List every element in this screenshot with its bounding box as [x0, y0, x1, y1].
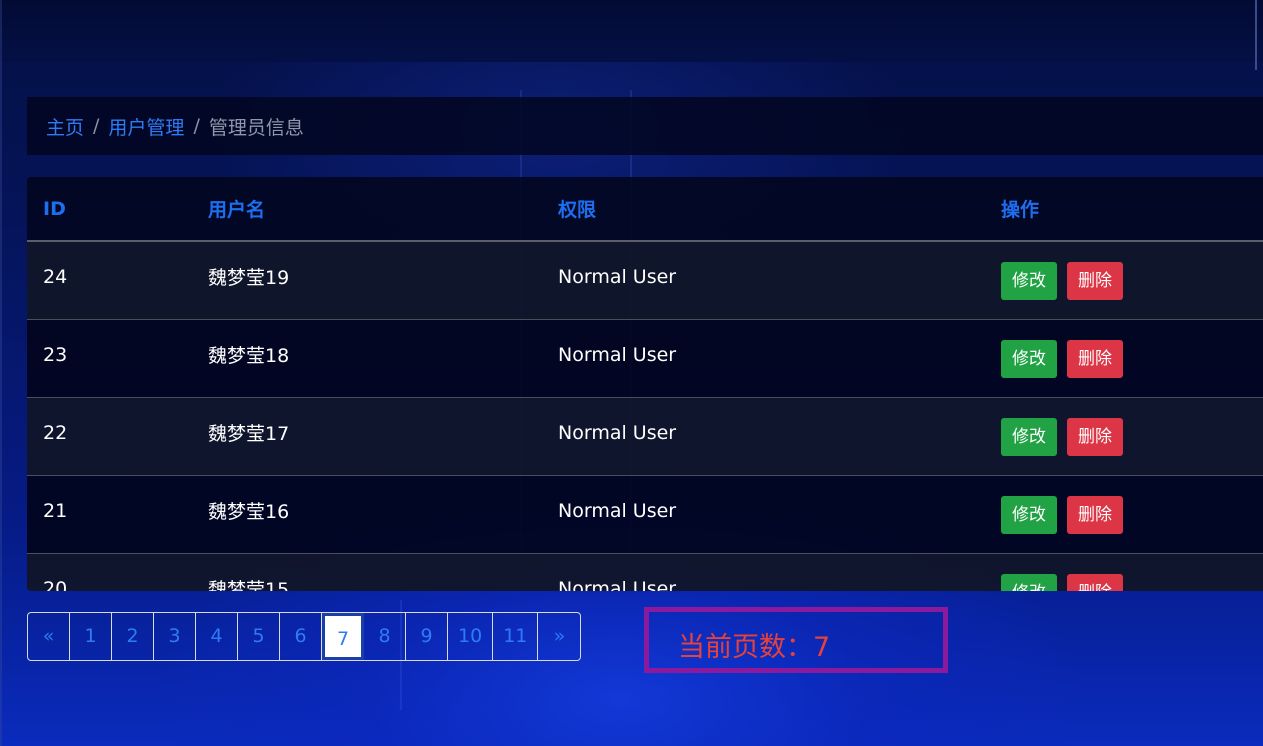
pagination-page-9[interactable]: 9: [406, 613, 448, 660]
breadcrumb-current: 管理员信息: [208, 116, 304, 139]
delete-button[interactable]: 删除: [1067, 495, 1123, 534]
column-header-username: 用户名: [192, 177, 542, 242]
table-row: 23 魏梦莹18 Normal User 修改 删除: [27, 319, 1263, 398]
breadcrumb-separator: /: [193, 115, 200, 137]
table-row: 20 魏梦莹15 Normal User 修改删除: [27, 553, 1263, 592]
admin-table: ID 用户名 权限 操作 24 魏梦莹19 Normal User 修改 删除 2…: [27, 177, 1263, 591]
edit-button[interactable]: 修改: [1001, 261, 1057, 300]
cell-username: 魏梦莹18: [192, 319, 542, 398]
admin-table-container: ID 用户名 权限 操作 24 魏梦莹19 Normal User 修改 删除 2…: [27, 177, 1263, 591]
cell-username: 魏梦莹17: [192, 397, 542, 476]
cell-username: 魏梦莹19: [192, 241, 542, 320]
breadcrumb-user-management-link[interactable]: 用户管理: [108, 113, 184, 140]
pagination-page-8[interactable]: 8: [364, 613, 406, 660]
pagination-prev[interactable]: «: [28, 613, 70, 660]
cell-id: 20: [43, 577, 68, 592]
pagination-next[interactable]: »: [538, 613, 580, 660]
pagination-page-3[interactable]: 3: [154, 613, 196, 660]
cell-actions: 修改删除: [985, 241, 1263, 320]
edit-button[interactable]: 修改: [1001, 417, 1057, 456]
cell-role: Normal User: [542, 319, 985, 398]
cell-id: 22: [27, 397, 192, 476]
left-divider: [0, 0, 2, 746]
table-row: 22 魏梦莹17 Normal User 修改 删除: [27, 397, 1263, 476]
cell-id: 23: [27, 319, 192, 398]
current-page-indicator: 当前页数：7: [644, 607, 948, 673]
cell-role: Normal User: [542, 241, 985, 320]
cell-role: Normal User: [542, 475, 985, 554]
breadcrumb-home-link[interactable]: 主页: [46, 113, 84, 140]
pagination-page-4[interactable]: 4: [196, 613, 238, 660]
cell-id: 24: [27, 241, 192, 320]
cell-username: 魏梦莹16: [192, 475, 542, 554]
pagination-page-2[interactable]: 2: [112, 613, 154, 660]
delete-button[interactable]: 删除: [1067, 573, 1123, 591]
cell-actions: 修改删除: [985, 554, 1263, 591]
cell-id: 21: [27, 475, 192, 554]
table-row: 24 魏梦莹19 Normal User 修改 删除: [27, 241, 1263, 320]
delete-button[interactable]: 删除: [1067, 417, 1123, 456]
current-page-text: 当前页数：7: [678, 631, 831, 663]
delete-button[interactable]: 删除: [1067, 261, 1123, 300]
right-divider: [1255, 0, 1257, 70]
column-header-role: 权限: [542, 177, 985, 242]
pagination-page-1[interactable]: 1: [70, 613, 112, 660]
edit-button[interactable]: 修改: [1001, 573, 1057, 591]
cell-actions: 修改删除: [985, 397, 1263, 476]
cell-actions: 修改删除: [985, 319, 1263, 398]
pagination-page-5[interactable]: 5: [238, 613, 280, 660]
delete-button[interactable]: 删除: [1067, 339, 1123, 378]
cell-username: 魏梦莹15: [208, 579, 290, 591]
table-header-row: ID 用户名 权限 操作: [27, 177, 1263, 242]
breadcrumb-separator: /: [93, 115, 100, 137]
column-header-id: ID: [27, 177, 192, 242]
pagination: « 1 2 3 4 5 6 7 8 9 10 11 »: [27, 612, 582, 661]
breadcrumb: 主页 / 用户管理 / 管理员信息: [27, 97, 1263, 155]
pagination-page-7-active[interactable]: 7: [322, 613, 364, 660]
table-row: 21 魏梦莹16 Normal User 修改 删除: [27, 475, 1263, 554]
column-header-actions: 操作: [985, 177, 1263, 242]
edit-button[interactable]: 修改: [1001, 339, 1057, 378]
top-banner: [0, 0, 1263, 62]
cell-actions: 修改删除: [985, 475, 1263, 554]
pagination-page-10[interactable]: 10: [448, 613, 494, 660]
cell-role: Normal User: [558, 577, 677, 592]
pagination-page-6[interactable]: 6: [280, 613, 322, 660]
edit-button[interactable]: 修改: [1001, 495, 1057, 534]
cell-role: Normal User: [542, 397, 985, 476]
pagination-page-11[interactable]: 11: [493, 613, 539, 660]
